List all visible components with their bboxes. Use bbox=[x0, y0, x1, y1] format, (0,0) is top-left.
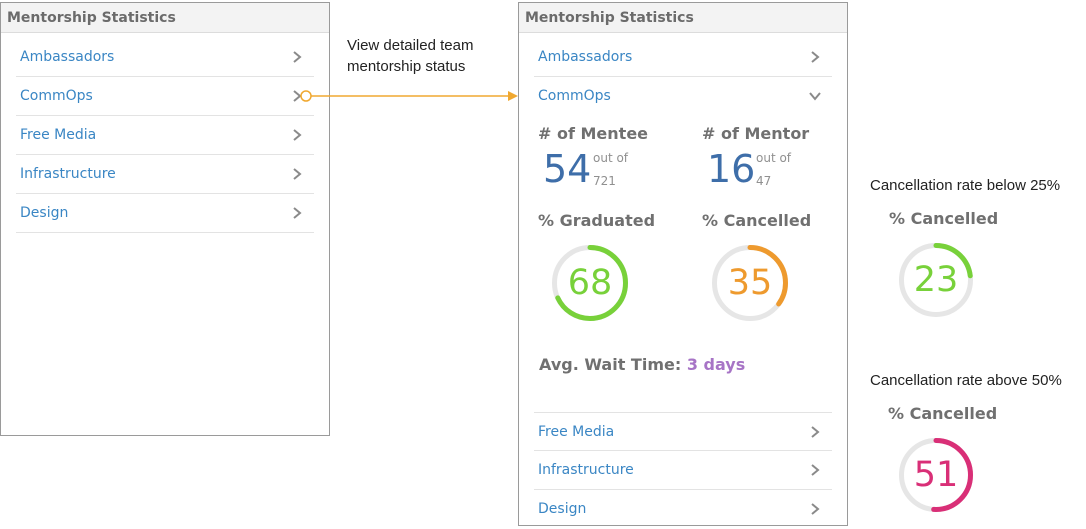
cancelled-value: 35 bbox=[727, 263, 773, 303]
high-cancelled-ring: 51 bbox=[898, 437, 974, 513]
team-row-ambassadors[interactable]: Ambassadors bbox=[534, 38, 832, 77]
avg-wait-time-label: Avg. Wait Time: bbox=[539, 355, 682, 374]
annotation-line-2: mentorship status bbox=[347, 58, 466, 75]
team-label: Infrastructure bbox=[20, 166, 116, 182]
team-label: Free Media bbox=[20, 127, 97, 143]
mentorship-statistics-panel-collapsed: Mentorship Statistics Ambassadors CommOp… bbox=[0, 2, 330, 436]
annotation-origin-dot bbox=[300, 90, 312, 102]
mentorship-statistics-panel-expanded: Mentorship Statistics Ambassadors CommOp… bbox=[518, 2, 848, 526]
mentor-count-value: 16 bbox=[707, 147, 756, 191]
team-row-free-media[interactable]: Free Media bbox=[534, 412, 832, 451]
low-cancelled-value: 23 bbox=[913, 260, 959, 300]
annotation-arrow bbox=[300, 90, 518, 102]
team-label: Design bbox=[20, 205, 69, 221]
mentee-out-of-label: out of bbox=[593, 151, 629, 165]
mentor-total-value: 47 bbox=[756, 174, 772, 188]
annotation-line-1: View detailed team bbox=[347, 37, 474, 54]
graduated-ring: 68 bbox=[551, 244, 629, 322]
chevron-right-icon bbox=[293, 129, 302, 141]
avg-wait-time-value: 3 days bbox=[686, 355, 746, 374]
annotation-arrowhead bbox=[508, 91, 518, 101]
chevron-right-icon bbox=[811, 503, 820, 515]
team-label: Ambassadors bbox=[20, 49, 115, 65]
low-cancelled-label: % Cancelled bbox=[889, 209, 999, 228]
team-label: Infrastructure bbox=[538, 462, 634, 478]
high-cancelled-value: 51 bbox=[913, 455, 959, 495]
mentor-out-of-label: out of bbox=[756, 151, 792, 165]
annotation-text: View detailed team mentorship status bbox=[347, 35, 473, 77]
mentee-total-value: 721 bbox=[593, 174, 616, 188]
team-label: CommOps bbox=[20, 88, 93, 104]
panel-title: Mentorship Statistics bbox=[519, 3, 847, 33]
team-row-ambassadors[interactable]: Ambassadors bbox=[16, 38, 314, 77]
chevron-right-icon bbox=[293, 207, 302, 219]
cancelled-label: % Cancelled bbox=[702, 211, 812, 230]
mentee-count-value: 54 bbox=[543, 147, 592, 191]
mentor-count-label: # of Mentor bbox=[702, 124, 810, 143]
team-label: CommOps bbox=[538, 88, 611, 104]
panel-title: Mentorship Statistics bbox=[1, 3, 329, 33]
chevron-right-icon bbox=[811, 51, 820, 63]
cancelled-ring: 35 bbox=[711, 244, 789, 322]
team-row-design[interactable]: Design bbox=[534, 490, 832, 529]
team-row-infrastructure[interactable]: Infrastructure bbox=[16, 155, 314, 194]
avg-wait-time: Avg. Wait Time: 3 days bbox=[539, 355, 745, 374]
mentee-count-label: # of Mentee bbox=[538, 124, 649, 143]
team-row-commops[interactable]: CommOps bbox=[16, 77, 314, 116]
chevron-right-icon bbox=[811, 464, 820, 476]
chevron-right-icon bbox=[811, 426, 820, 438]
chevron-right-icon bbox=[293, 51, 302, 63]
graduated-label: % Graduated bbox=[538, 211, 656, 230]
low-cancelled-ring: 23 bbox=[898, 242, 974, 318]
team-row-design[interactable]: Design bbox=[16, 194, 314, 233]
team-label: Ambassadors bbox=[538, 49, 633, 65]
high-cancelled-label: % Cancelled bbox=[888, 404, 998, 423]
chevron-right-icon bbox=[293, 168, 302, 180]
chevron-down-icon bbox=[809, 92, 821, 101]
team-row-commops-expanded[interactable]: CommOps bbox=[534, 77, 832, 116]
team-label: Free Media bbox=[538, 424, 615, 440]
graduated-value: 68 bbox=[567, 263, 613, 303]
team-row-infrastructure[interactable]: Infrastructure bbox=[534, 451, 832, 490]
team-label: Design bbox=[538, 501, 587, 517]
high-cancellation-caption: Cancellation rate above 50% bbox=[870, 372, 1062, 389]
low-cancellation-caption: Cancellation rate below 25% bbox=[870, 177, 1061, 194]
team-row-free-media[interactable]: Free Media bbox=[16, 116, 314, 155]
